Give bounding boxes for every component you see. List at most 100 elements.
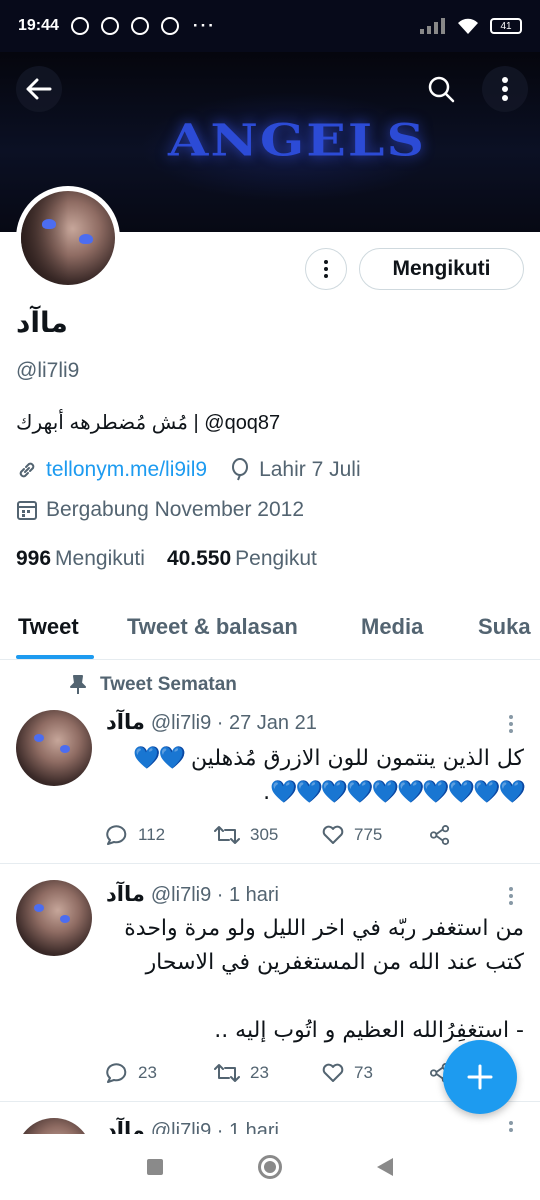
reply-icon	[106, 825, 127, 845]
tweet-author-name: ماآد	[106, 883, 145, 906]
followers-count: 40.550	[166, 547, 232, 570]
following-count: 996	[16, 547, 52, 570]
tweet-meta: @li7li9 · 1 hari	[150, 1120, 279, 1134]
profile-meta-row: tellonym.me/li9il9 Lahir 7 Juli	[16, 458, 361, 482]
tweet-meta: @li7li9 · 1 hari	[150, 884, 279, 906]
tweet-more-icon[interactable]	[508, 886, 514, 906]
link-icon	[19, 462, 35, 478]
profile-avatar[interactable]	[16, 186, 120, 290]
reply-button[interactable]: 23	[106, 1063, 214, 1083]
back-button[interactable]	[16, 66, 62, 112]
retweet-icon	[214, 826, 240, 844]
retweet-count: 305	[250, 825, 279, 844]
search-icon	[428, 76, 455, 103]
following-button[interactable]: Mengikuti	[359, 248, 524, 290]
active-tab-indicator	[16, 655, 94, 659]
tweet-text-line: من استغفر ربّه في اخر الليل ولو مرة واحد…	[124, 916, 524, 941]
avatar-image	[21, 191, 115, 285]
status-bar: 19:44 ··· 41	[0, 0, 540, 52]
tweet-text-line: كتب عند الله من المستغفرين في الاسحار	[145, 950, 524, 975]
tweet-text: من استغفر ربّه في اخر الليل ولو مرة واحد…	[104, 912, 524, 1048]
followers-stat[interactable]: 40.550 Pengikut	[167, 547, 317, 571]
status-time: 19:44	[18, 17, 59, 34]
reply-count: 112	[138, 825, 166, 844]
tweet-text-end: .	[263, 780, 271, 805]
system-back-button[interactable]	[376, 1158, 393, 1176]
reply-button[interactable]: 112	[106, 825, 214, 845]
like-count: 73	[354, 1063, 373, 1082]
tab-likes[interactable]: Suka	[478, 598, 531, 640]
like-button[interactable]: 73	[322, 1063, 430, 1083]
app-notification-icon	[130, 17, 149, 35]
chrome-icon	[100, 17, 119, 35]
tweet-item[interactable]: ماآد @li7li9 · 1 hari	[0, 1108, 540, 1134]
battery-icon: 41	[490, 18, 522, 34]
tweet-text-blank	[104, 980, 524, 1014]
tweet-divider	[0, 863, 540, 864]
tweet-emoji: 💙💙	[133, 746, 186, 771]
home-button[interactable]	[257, 1155, 282, 1179]
like-button[interactable]: 775	[322, 825, 430, 845]
tweet-header: ماآد @li7li9 · 27 Jan 21	[106, 710, 317, 735]
reply-count: 23	[138, 1063, 157, 1082]
tweet-text-line: كل الذين ينتمون للون الازرق مُذهلين	[190, 746, 524, 771]
more-notifications-icon: ···	[192, 16, 216, 35]
heart-icon	[322, 1063, 344, 1082]
tweet-avatar[interactable]	[16, 1118, 92, 1134]
profile-handle: @li7li9	[16, 359, 80, 382]
alarm-icon	[70, 17, 89, 35]
tweet-author-name: ماآد	[106, 1119, 145, 1134]
heart-icon	[322, 825, 344, 844]
tweet-more-icon[interactable]	[508, 714, 514, 734]
wifi-icon	[458, 18, 478, 34]
pinned-label-text: Tweet Sematan	[100, 674, 237, 695]
pin-icon	[70, 675, 86, 694]
share-button[interactable]	[430, 824, 460, 846]
profile-birthday: Lahir 7 Juli	[259, 458, 361, 481]
profile-website-link[interactable]: tellonym.me/li9il9	[46, 458, 207, 482]
following-label: Mengikuti	[55, 547, 145, 570]
compose-tweet-button[interactable]	[443, 1040, 517, 1114]
balloon-icon	[232, 458, 249, 481]
tweet-avatar[interactable]	[16, 880, 92, 956]
profile-bio: مُش مُضطرهه أبهرك | @qoq87	[16, 412, 281, 434]
calendar-icon	[17, 501, 37, 520]
following-stat[interactable]: 996 Mengikuti	[16, 547, 145, 571]
battery-level: 41	[500, 20, 512, 32]
profile-joined: Bergabung November 2012	[46, 498, 305, 521]
plus-icon	[467, 1064, 493, 1090]
system-navigation-bar	[0, 1134, 540, 1200]
arrow-left-icon	[26, 78, 52, 100]
tweet-meta: @li7li9 · 27 Jan 21	[150, 712, 317, 734]
profile-tabs: Tweet Tweet & balasan Media Suka	[0, 598, 540, 660]
tweet-more-icon[interactable]	[508, 1120, 514, 1134]
retweet-count: 23	[250, 1063, 269, 1082]
followers-label: Pengikut	[235, 547, 317, 570]
share-icon	[430, 825, 450, 845]
search-button[interactable]	[418, 66, 464, 112]
tab-tweet[interactable]: Tweet	[18, 598, 79, 640]
tweet-avatar[interactable]	[16, 710, 92, 786]
tweet-header: ماآد @li7li9 · 1 hari	[106, 1118, 279, 1134]
profile-joined-row: Bergabung November 2012	[16, 498, 304, 522]
retweet-icon	[214, 1064, 240, 1082]
tweet-author-name: ماآد	[106, 711, 145, 734]
tweet-actions: 23 23 73	[106, 1062, 460, 1084]
tweet-text: كل الذين ينتمون للون الازرق مُذهلين 💙💙 💙…	[104, 742, 526, 810]
tab-media[interactable]: Media	[361, 598, 423, 640]
tab-tweet-replies[interactable]: Tweet & balasan	[127, 598, 298, 640]
like-count: 775	[354, 825, 383, 844]
more-vertical-icon	[324, 260, 328, 278]
more-options-button[interactable]	[482, 66, 528, 112]
signal-icon	[420, 18, 445, 34]
tweet-text-line: - استغفِرُالله العظيم و اتُوب إليه ..	[214, 1018, 524, 1043]
retweet-button[interactable]: 23	[214, 1063, 322, 1083]
more-vertical-icon	[502, 77, 508, 101]
retweet-button[interactable]: 305	[214, 825, 322, 845]
tweet-header: ماآد @li7li9 · 1 hari	[106, 882, 279, 907]
profile-more-button[interactable]	[305, 248, 347, 290]
pinned-tweet-label: Tweet Sematan	[70, 674, 237, 696]
profile-stats: 996 Mengikuti 40.550 Pengikut	[16, 547, 317, 571]
chrome-icon-2	[160, 17, 179, 35]
recent-apps-button[interactable]	[147, 1159, 164, 1175]
